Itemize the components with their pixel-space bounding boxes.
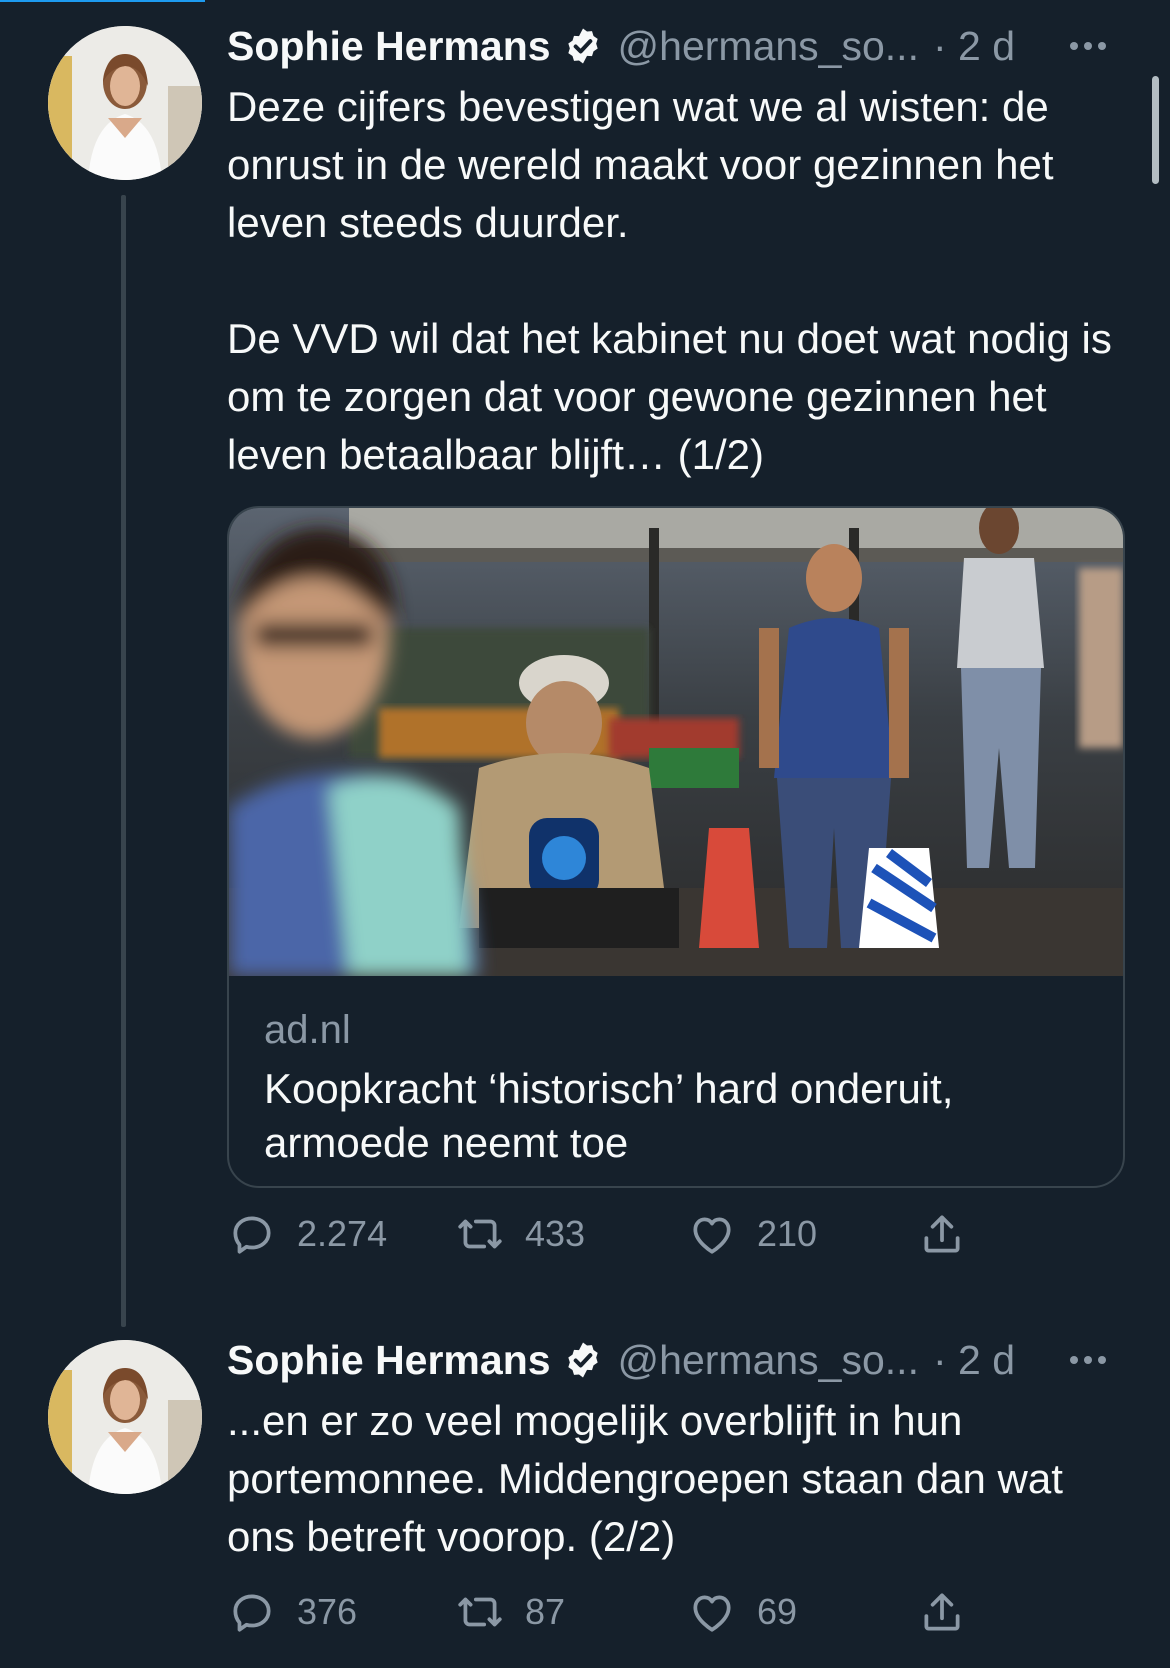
tweet-actions: 2.274 433 210 [227, 1204, 1027, 1264]
reply-button[interactable]: 2.274 [227, 1204, 387, 1264]
link-preview-image [229, 508, 1123, 976]
link-preview-card[interactable]: ad.nl Koopkracht ‘historisch’ hard onder… [227, 506, 1125, 1188]
profile-photo [48, 1340, 202, 1494]
verified-badge-icon [567, 1342, 598, 1378]
avatar[interactable] [48, 1340, 202, 1494]
share-icon [924, 1215, 960, 1253]
top-tab-indicator [0, 0, 205, 2]
verified-badge-icon [567, 28, 598, 64]
like-button[interactable]: 210 [687, 1204, 817, 1264]
tweet-timestamp[interactable]: · 2 d [933, 1337, 1015, 1384]
heart-icon [693, 1595, 731, 1632]
reply-count: 2.274 [297, 1213, 388, 1254]
tweet-timestamp[interactable]: · 2 d [933, 23, 1015, 70]
scrollbar[interactable] [1152, 76, 1159, 184]
reply-button[interactable]: 376 [227, 1582, 357, 1642]
reply-count: 376 [297, 1591, 358, 1632]
tweet-text: Deze cijfers bevestigen wat we al wisten… [227, 83, 1112, 478]
profile-photo [48, 26, 202, 180]
author-display-name[interactable]: Sophie Hermans [227, 23, 551, 70]
tweet-actions: 376 87 69 [227, 1582, 1027, 1642]
share-button[interactable] [917, 1204, 967, 1264]
retweet-button[interactable]: 433 [455, 1204, 585, 1264]
retweet-count: 433 [525, 1213, 586, 1254]
reply-icon [233, 1216, 271, 1254]
like-button[interactable]: 69 [687, 1582, 797, 1642]
retweet-button[interactable]: 87 [455, 1582, 565, 1642]
retweet-icon [458, 1219, 502, 1249]
thread-connector-line [121, 195, 126, 1327]
like-count: 210 [757, 1213, 818, 1254]
more-options-icon[interactable] [1070, 1352, 1118, 1368]
author-handle[interactable]: @hermans_so... [618, 1337, 919, 1384]
heart-icon [693, 1217, 731, 1254]
like-count: 69 [757, 1591, 798, 1632]
share-button[interactable] [917, 1582, 967, 1642]
author-display-name[interactable]: Sophie Hermans [227, 1337, 551, 1384]
link-title: Koopkracht ‘historisch’ hard onderuit, a… [264, 1065, 954, 1166]
share-icon [924, 1593, 960, 1631]
tweet-text: ...en er zo veel mogelijk overblijft in … [227, 1397, 1063, 1560]
tweet-header: Sophie Hermans @hermans_so... · 2 d [227, 20, 1015, 72]
retweet-icon [458, 1597, 502, 1627]
link-domain: ad.nl [264, 1008, 351, 1052]
more-options-icon[interactable] [1070, 38, 1118, 54]
avatar[interactable] [48, 26, 202, 180]
author-handle[interactable]: @hermans_so... [618, 23, 919, 70]
twitter-thread-screen: Sophie Hermans @hermans_so... · 2 d Deze… [0, 0, 1170, 1668]
retweet-count: 87 [525, 1591, 566, 1632]
reply-icon [233, 1594, 271, 1632]
tweet-header: Sophie Hermans @hermans_so... · 2 d [227, 1334, 1015, 1386]
